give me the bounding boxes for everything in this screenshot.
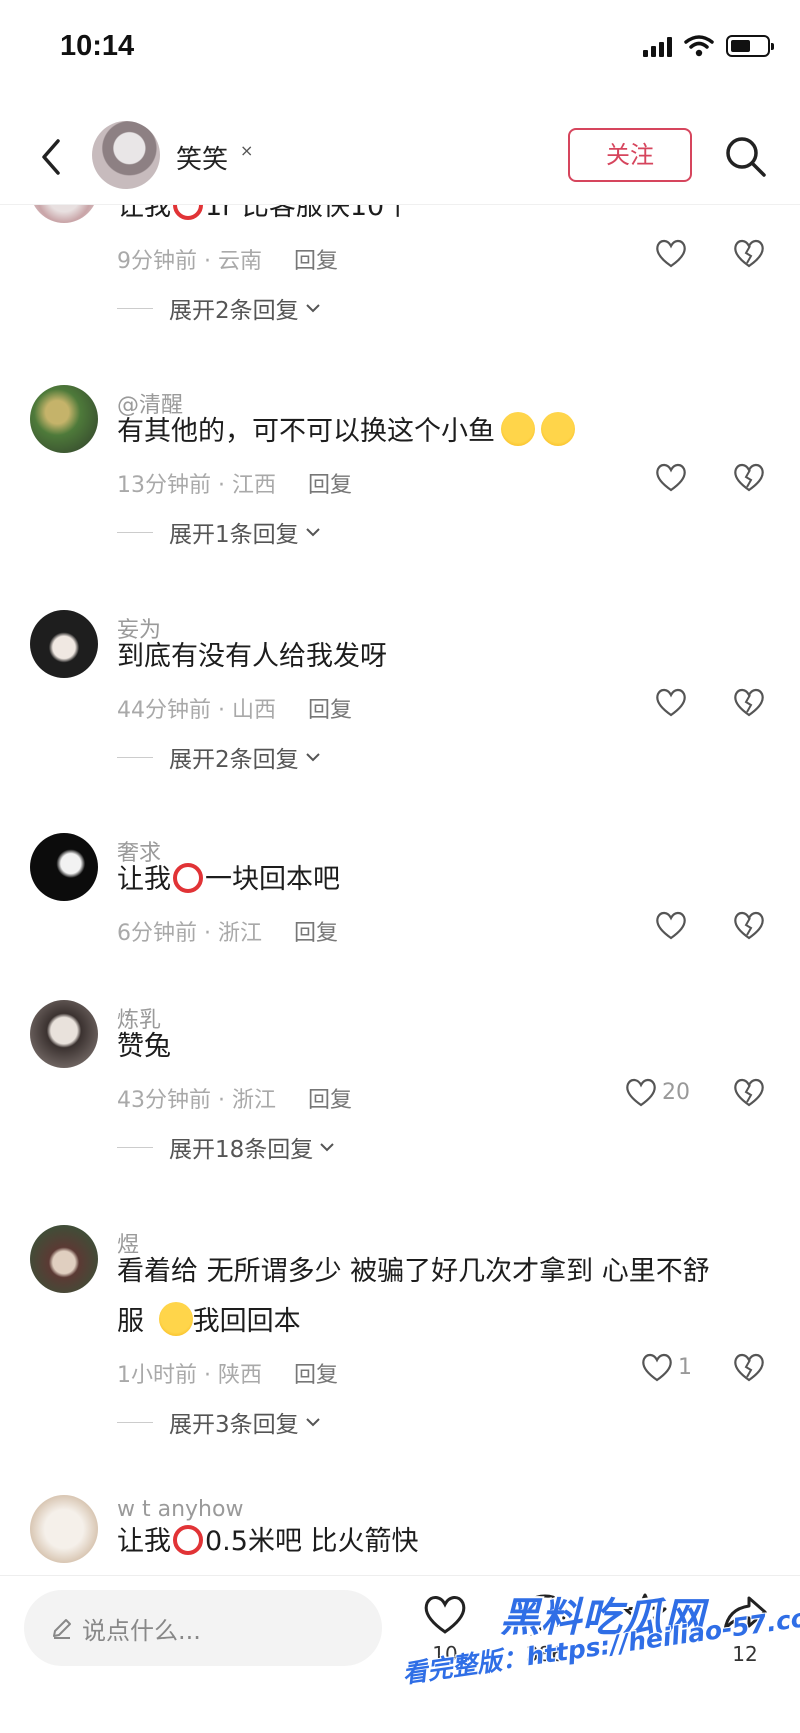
comment-input[interactable]: 说点什么... <box>24 1590 382 1666</box>
avatar[interactable] <box>92 121 160 189</box>
heart-icon <box>424 1595 466 1634</box>
chevron-down-icon <box>305 528 320 537</box>
comment-count-button[interactable]: 386 <box>510 1592 580 1666</box>
avatar[interactable] <box>30 1225 98 1293</box>
like-count: 1 <box>678 1354 692 1380</box>
like-count: 10 <box>432 1642 458 1666</box>
crying-emoji-icon <box>158 1302 193 1336</box>
favorite-button[interactable] <box>610 1592 680 1640</box>
expand-replies[interactable]: 展开2条回复 <box>117 291 323 325</box>
comment-text: 到底有没有人给我发呀 <box>117 641 387 672</box>
search-icon[interactable] <box>722 133 768 179</box>
bottom-bar: 说点什么... 10 386 12 <box>0 1575 800 1733</box>
expand-replies[interactable]: 展开18条回复 <box>117 1130 337 1164</box>
reply-button[interactable]: 回复 <box>308 1088 352 1113</box>
like-button[interactable] <box>654 237 688 269</box>
comment-meta: 9分钟前 · 云南 回复 <box>117 249 339 274</box>
avatar[interactable] <box>30 833 98 901</box>
comment-meta: 44分钟前 · 山西 回复 <box>117 698 353 723</box>
header: 笑笑 × 关注 <box>0 105 800 205</box>
emoji-icon <box>541 412 575 446</box>
expand-replies[interactable]: 展开1条回复 <box>117 515 323 549</box>
pencil-icon <box>53 1619 71 1639</box>
back-arrow-icon[interactable] <box>36 137 66 177</box>
share-button[interactable]: 12 <box>710 1592 780 1666</box>
like-button[interactable] <box>654 686 688 718</box>
reply-button[interactable]: 回复 <box>294 921 338 946</box>
dislike-icon[interactable] <box>732 686 766 718</box>
reply-button[interactable]: 回复 <box>294 249 338 274</box>
reply-button[interactable]: 回复 <box>294 1363 338 1388</box>
dislike-icon[interactable] <box>732 1351 766 1383</box>
avatar[interactable] <box>30 385 98 453</box>
reply-button[interactable]: 回复 <box>308 698 352 723</box>
heart-icon <box>656 688 686 717</box>
dislike-icon[interactable] <box>732 909 766 941</box>
like-button[interactable]: 20 <box>624 1076 690 1108</box>
expand-replies[interactable]: 展开3条回复 <box>117 1405 323 1439</box>
username-suffix: × <box>240 141 254 160</box>
comment-meta: 6分钟前 · 浙江 回复 <box>117 921 339 946</box>
red-circle-icon <box>173 205 203 220</box>
reply-button[interactable]: 回复 <box>308 473 352 498</box>
heart-icon <box>656 239 686 268</box>
heart-icon <box>656 911 686 940</box>
heart-icon <box>626 1078 656 1107</box>
username[interactable]: 笑笑 <box>176 139 228 176</box>
comment-text: 赞兔 <box>117 1031 171 1062</box>
battery-icon <box>726 35 774 57</box>
avatar[interactable] <box>30 1000 98 1068</box>
wifi-icon <box>684 35 714 57</box>
comment-text: 让我 一块回本吧 <box>117 863 340 895</box>
share-arrow-icon <box>723 1596 767 1632</box>
chevron-down-icon <box>320 1143 334 1152</box>
status-bar: 10:14 <box>0 0 800 100</box>
star-icon <box>623 1593 667 1634</box>
avatar[interactable] <box>30 205 98 223</box>
follow-button[interactable]: 关注 <box>568 128 692 182</box>
like-button[interactable]: 1 <box>640 1351 692 1383</box>
expand-replies[interactable]: 展开2条回复 <box>117 740 323 774</box>
comment-text: 看着给 无所谓多少 被骗了好几次才拿到 心里不舒 服 我回回本 <box>117 1256 710 1337</box>
like-count: 20 <box>662 1079 690 1105</box>
signal-icon <box>643 35 672 57</box>
comment-meta: 43分钟前 · 浙江 回复 <box>117 1088 353 1113</box>
like-button[interactable] <box>654 461 688 493</box>
avatar[interactable] <box>30 610 98 678</box>
status-time: 10:14 <box>60 30 135 62</box>
dislike-icon[interactable] <box>732 461 766 493</box>
chevron-down-icon <box>305 753 320 762</box>
comment-count: 386 <box>525 1642 565 1666</box>
like-post-button[interactable]: 10 <box>410 1592 480 1666</box>
share-count: 12 <box>732 1642 758 1666</box>
comment-bubble-icon <box>523 1594 567 1637</box>
comment-meta: 13分钟前 · 江西 回复 <box>117 473 353 498</box>
comment-meta: 1小时前 · 陕西 回复 <box>117 1363 339 1388</box>
chevron-down-icon <box>305 1418 320 1427</box>
comment-list[interactable]: 让我 1r 比客服快10个 9分钟前 · 云南 回复 展开2条回复 @清醒 有其他的… <box>0 205 800 1575</box>
dislike-icon[interactable] <box>732 1076 766 1108</box>
chevron-down-icon <box>305 304 320 313</box>
like-button[interactable] <box>654 909 688 941</box>
comment-text: 让我 1r 比客服快10个 <box>117 205 757 232</box>
comment-text: 让我 0.5米吧 比火箭快 <box>117 1525 419 1557</box>
emoji-icon <box>501 412 535 446</box>
comment-input-placeholder: 说点什么... <box>82 1616 201 1645</box>
status-icons <box>643 34 774 58</box>
comment-text: 有其他的，可不可以换这个小鱼 <box>117 407 757 457</box>
dislike-icon[interactable] <box>732 237 766 269</box>
red-circle-icon <box>173 1525 203 1555</box>
red-circle-icon <box>173 863 203 893</box>
avatar[interactable] <box>30 1495 98 1563</box>
heart-icon <box>642 1353 672 1382</box>
heart-icon <box>656 463 686 492</box>
